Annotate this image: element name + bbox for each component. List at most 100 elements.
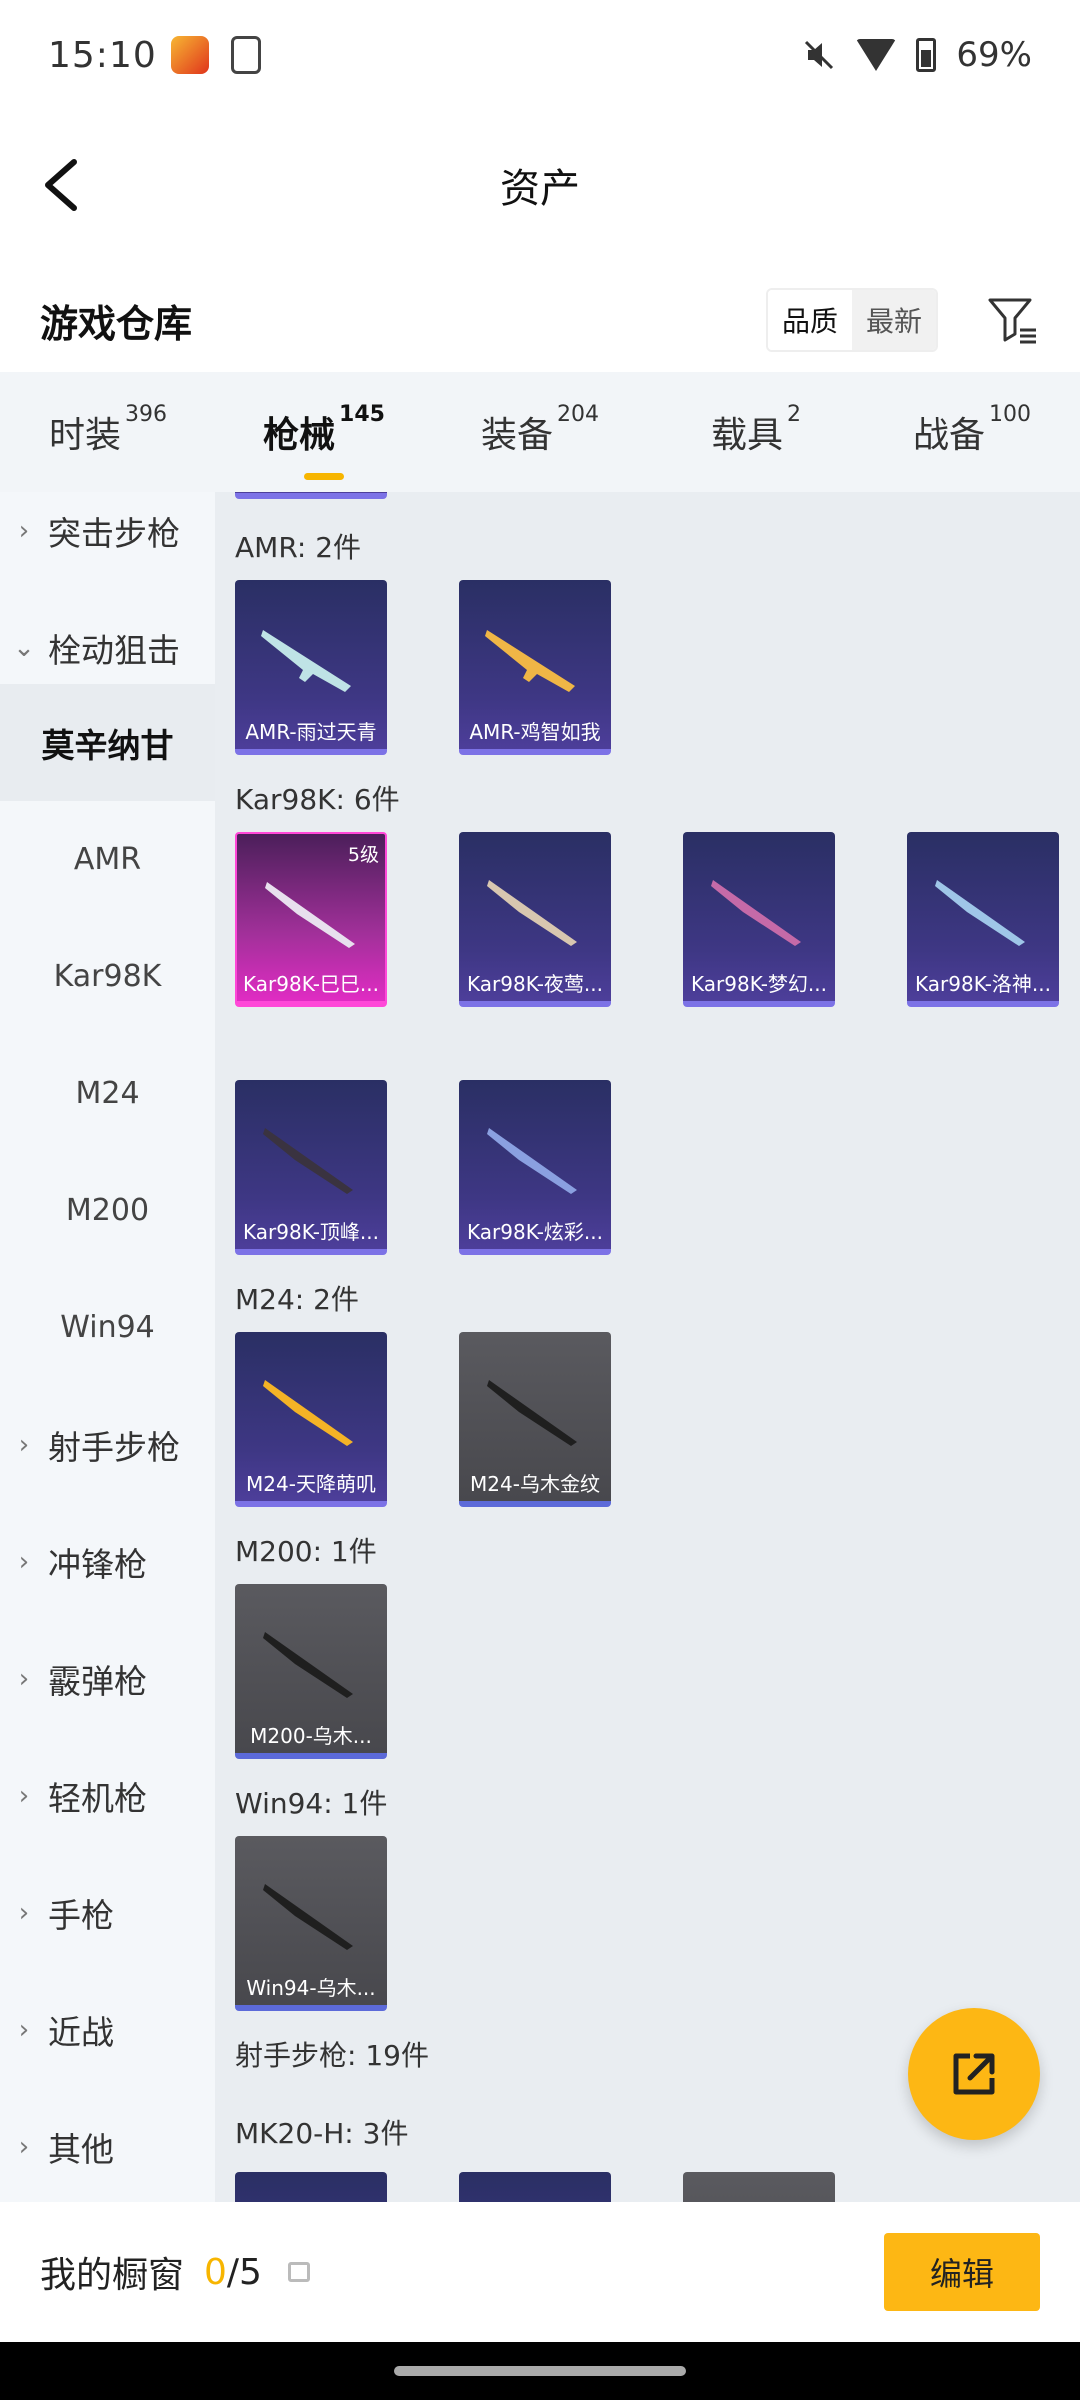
group-label-kar98k: Kar98K: 6件 <box>235 783 400 816</box>
weapon-card[interactable]: Win94-乌木... <box>235 1836 387 2011</box>
showcase-bar: 我的橱窗 0/5 编辑 <box>0 2202 1080 2342</box>
tab-count: 145 <box>339 402 385 427</box>
weapon-name: AMR-雨过天青 <box>245 720 377 744</box>
sidebar-item-label: 手枪 <box>48 1895 114 1935</box>
weapon-card[interactable]: Kar98K-梦幻... <box>683 832 835 1007</box>
warehouse-row: 游戏仓库 品质 最新 <box>0 270 1080 370</box>
tab-count: 100 <box>989 402 1031 427</box>
weapon-name: Win94-乌木... <box>246 1976 376 2000</box>
rifle-icon <box>711 880 801 946</box>
rifle-icon <box>261 630 351 692</box>
mute-icon <box>805 40 834 70</box>
tab-equipment[interactable]: 装备204 <box>432 402 648 458</box>
chevron-right-icon: › <box>18 1780 30 1811</box>
weapon-card[interactable]: M200-乌木... <box>235 1584 387 1759</box>
sidebar-item-label: M24 <box>75 1076 140 1111</box>
weapon-name: Kar98K-炫彩... <box>467 1220 603 1244</box>
tab-label: 枪械 <box>263 415 336 456</box>
home-handle[interactable] <box>394 2366 686 2376</box>
category-tabs: 时装396 枪械145 装备204 载具2 战备100 <box>0 372 1080 492</box>
rifle-icon <box>263 1380 353 1446</box>
sidebar-item-mosin[interactable]: 莫辛纳甘 <box>0 684 215 801</box>
weapon-name: Kar98K-夜莺... <box>467 972 603 996</box>
sidebar-item-win94[interactable]: Win94 <box>0 1269 215 1386</box>
sidebar-item-smg[interactable]: › 冲锋枪 <box>0 1503 215 1620</box>
weapon-card-partial[interactable] <box>683 2172 835 2202</box>
system-nav-bar <box>0 2342 1080 2400</box>
chevron-down-icon: ⌄ <box>13 632 35 663</box>
weapon-card[interactable]: Kar98K-顶峰... <box>235 1080 387 1255</box>
edit-button[interactable]: 编辑 <box>884 2233 1040 2311</box>
weapon-card[interactable]: 5级 Kar98K-巳巳... <box>235 832 387 1007</box>
rifle-icon <box>263 1632 353 1698</box>
group-label-amr: AMR: 2件 <box>235 531 362 564</box>
weapon-name: Kar98K-巳巳... <box>243 972 379 996</box>
filter-icon[interactable] <box>984 292 1040 348</box>
rifle-icon <box>487 1128 577 1194</box>
weapon-card[interactable]: Kar98K-洛神... <box>907 832 1059 1007</box>
sidebar-item-label: 冲锋枪 <box>48 1544 147 1584</box>
tab-combat-supplies[interactable]: 战备100 <box>864 402 1080 458</box>
status-time: 15:10 <box>48 34 157 76</box>
tab-vehicles[interactable]: 载具2 <box>648 402 864 458</box>
chevron-right-icon: › <box>18 1429 30 1460</box>
sidebar-item-amr[interactable]: AMR <box>0 801 215 918</box>
sidebar-item-assault-rifle[interactable]: › 突击步枪 <box>0 492 215 589</box>
rifle-icon <box>487 1380 577 1446</box>
chevron-right-icon: › <box>18 2131 30 2162</box>
sidebar-item-m200[interactable]: M200 <box>0 1152 215 1269</box>
sidebar-item-pistol[interactable]: › 手枪 <box>0 1854 215 1971</box>
weapon-card[interactable]: Kar98K-夜莺... <box>459 832 611 1007</box>
sidebar-item-m24[interactable]: M24 <box>0 1035 215 1152</box>
sidebar-item-shotgun[interactable]: › 霰弹枪 <box>0 1620 215 1737</box>
sidebar-item-label: Win94 <box>60 1310 155 1345</box>
sidebar-item-label: 轻机枪 <box>48 1778 147 1818</box>
showcase-count: 0/5 <box>204 2252 262 2293</box>
app-notification-icon <box>170 36 209 74</box>
weapon-name: M200-乌木... <box>250 1724 372 1748</box>
weapon-card-partial[interactable] <box>235 2172 387 2202</box>
sidebar-item-label: M200 <box>65 1193 150 1228</box>
group-label-win94: Win94: 1件 <box>235 1787 388 1820</box>
weapon-card[interactable]: AMR-鸡智如我 <box>459 580 611 755</box>
sort-quality-button[interactable]: 品质 <box>767 290 852 350</box>
tab-guns[interactable]: 枪械145 <box>216 402 432 480</box>
sidebar-item-label: 霰弹枪 <box>48 1661 147 1701</box>
rifle-icon <box>935 880 1025 946</box>
wifi-icon <box>856 39 897 71</box>
chevron-right-icon: › <box>18 1663 30 1694</box>
status-right: 69% <box>802 35 1032 75</box>
sidebar-item-kar98k[interactable]: Kar98K <box>0 918 215 1035</box>
sidebar-item-marksman-rifle[interactable]: › 射手步枪 <box>0 1386 215 1503</box>
weapon-card[interactable]: Kar98K-炫彩... <box>459 1080 611 1255</box>
weapon-card[interactable]: AMR-雨过天青 <box>235 580 387 755</box>
weapon-card[interactable]: M24-天降萌叽 <box>235 1332 387 1507</box>
chevron-right-icon: › <box>18 515 30 546</box>
sort-toggle: 品质 最新 <box>765 288 938 352</box>
rifle-icon <box>263 1884 353 1950</box>
rifle-icon <box>265 882 355 948</box>
share-button[interactable] <box>908 2008 1040 2140</box>
sidebar-item-other[interactable]: › 其他 <box>0 2088 215 2202</box>
sidebar-item-label: 突击步枪 <box>48 513 180 553</box>
tab-fashion[interactable]: 时装396 <box>0 402 216 458</box>
weapon-name: M24-天降萌叽 <box>246 1472 376 1496</box>
rotate-icon <box>230 36 261 74</box>
tab-label: 载具 <box>710 415 783 456</box>
weapon-card-partial[interactable] <box>235 492 387 499</box>
share-icon <box>953 2053 995 2095</box>
weapon-name: Kar98K-梦幻... <box>691 972 827 996</box>
weapon-card-partial[interactable] <box>459 2172 611 2202</box>
sort-latest-button[interactable]: 最新 <box>851 290 936 350</box>
weapon-name: Kar98K-顶峰... <box>243 1220 379 1244</box>
back-icon[interactable] <box>30 150 100 220</box>
weapon-card[interactable]: M24-乌木金纹 <box>459 1332 611 1507</box>
weapon-type-sidebar: › 突击步枪 ⌄ 栓动狙击 莫辛纳甘 AMR Kar98K M24 M200 Win… <box>0 492 215 2202</box>
sidebar-item-label: 莫辛纳甘 <box>41 725 174 765</box>
tab-count: 396 <box>125 402 167 427</box>
tab-label: 战备 <box>912 415 985 456</box>
sidebar-item-melee[interactable]: › 近战 <box>0 1971 215 2088</box>
sidebar-item-label: 射手步枪 <box>48 1427 180 1467</box>
sidebar-item-lmg[interactable]: › 轻机枪 <box>0 1737 215 1854</box>
chevron-right-icon: › <box>18 2014 30 2045</box>
